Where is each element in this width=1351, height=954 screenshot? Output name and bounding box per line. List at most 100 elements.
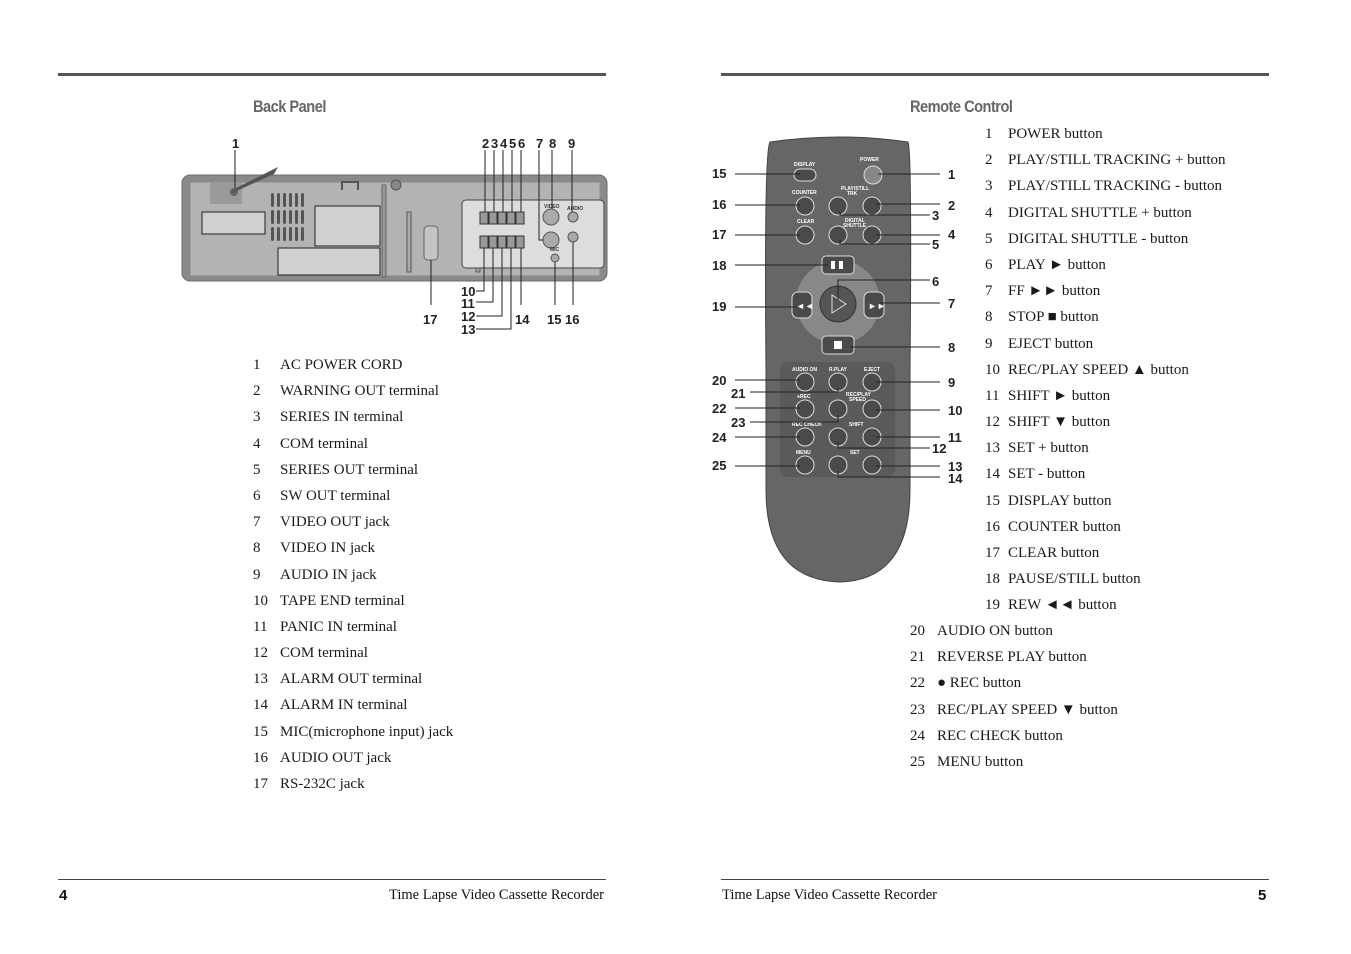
legend-item: 21 REVERSE PLAY button (910, 649, 1087, 666)
back-panel-title: Back Panel (253, 97, 326, 116)
legend-item: 7 FF ►► button (985, 283, 1101, 300)
legend-item: 7 VIDEO OUT jack (253, 514, 390, 531)
legend-item: 2 PLAY/STILL TRACKING + button (985, 152, 1226, 169)
svg-text:6: 6 (932, 274, 939, 289)
svg-text:7: 7 (948, 296, 955, 311)
tracking-minus-button (828, 196, 848, 216)
legend-item: 10 TAPE END terminal (253, 592, 405, 609)
svg-text:22: 22 (712, 401, 726, 416)
svg-text:18: 18 (712, 258, 726, 273)
legend-item: 9 EJECT button (985, 335, 1094, 352)
legend-item: 4 COM terminal (253, 435, 368, 452)
svg-text:25: 25 (712, 458, 726, 473)
svg-text:17: 17 (712, 227, 726, 242)
audio-out-jack (567, 231, 579, 243)
legend-item: 20 AUDIO ON button (910, 623, 1053, 639)
svg-text:19: 19 (712, 299, 726, 314)
legend-item: 24 REC CHECK button (910, 727, 1063, 744)
audio-in-jack (567, 211, 579, 223)
svg-text:14: 14 (948, 471, 963, 486)
remote-legend-lower: 20 AUDIO ON button 21 REVERSE PLAY button … (910, 618, 1118, 775)
svg-text:20: 20 (712, 373, 726, 388)
legend-item: 1 AC POWER CORD (253, 357, 403, 373)
legend-item: 23 REC/PLAY SPEED ▼ button (910, 701, 1118, 718)
svg-text:SHUTTLE: SHUTTLE (843, 223, 867, 229)
legend-item: 14 SET - button (985, 466, 1086, 483)
legend-item: 6 SW OUT terminal (253, 487, 391, 504)
set-plus-button (862, 455, 882, 475)
svg-text:8: 8 (948, 340, 955, 355)
svg-text:REC CHECK: REC CHECK (792, 422, 822, 428)
legend-item: 25 MENU button (910, 753, 1024, 770)
legend-item: 2 WARNING OUT terminal (253, 383, 439, 400)
right-top-rule (721, 73, 1269, 76)
svg-text:24: 24 (712, 430, 727, 445)
legend-item: 3 SERIES IN terminal (253, 409, 404, 426)
svg-text:9: 9 (948, 375, 955, 390)
svg-text:12: 12 (932, 441, 946, 456)
left-top-rule (58, 73, 606, 76)
svg-text:4: 4 (948, 227, 956, 242)
svg-text:4: 4 (500, 136, 508, 151)
remote-control-title: Remote Control (910, 97, 1013, 116)
svg-text:2: 2 (482, 136, 489, 151)
svg-text:14: 14 (515, 312, 530, 327)
right-footer-title: Time Lapse Video Cassette Recorder (722, 887, 937, 903)
svg-text:SET: SET (850, 450, 860, 456)
svg-text:COUNTER: COUNTER (792, 190, 817, 196)
svg-text:1: 1 (232, 136, 239, 151)
menu-button (795, 455, 815, 475)
svg-text:15: 15 (547, 312, 561, 327)
legend-item: 17 RS-232C jack (253, 776, 365, 792)
terminal-block-upper (479, 211, 525, 225)
legend-item: 11 SHIFT ► button (985, 387, 1111, 404)
svg-text:17: 17 (423, 312, 437, 327)
svg-text:3: 3 (932, 208, 939, 223)
right-footer-rule (721, 879, 1269, 880)
legend-item: 10 REC/PLAY SPEED ▲ button (985, 361, 1189, 378)
svg-text:10: 10 (948, 403, 962, 418)
legend-item: 3 PLAY/STILL TRACKING - button (985, 178, 1223, 195)
svg-text:R.PLAY: R.PLAY (829, 367, 848, 373)
legend-item: 13 SET + button (985, 440, 1089, 457)
svg-text:MENU: MENU (796, 450, 811, 456)
video-in-jack (542, 208, 560, 226)
svg-text:16: 16 (565, 312, 579, 327)
legend-item: 9 AUDIO IN jack (253, 566, 377, 583)
display-button (793, 168, 817, 182)
svg-text:●REC: ●REC (797, 394, 811, 400)
svg-text:16: 16 (712, 197, 726, 212)
svg-text:23: 23 (731, 415, 745, 430)
legend-item: 5 SERIES OUT terminal (253, 461, 419, 478)
legend-item: 18 PAUSE/STILL button (985, 571, 1141, 588)
power-button (863, 165, 883, 185)
svg-text:2: 2 (948, 198, 955, 213)
svg-text:15: 15 (712, 166, 726, 181)
legend-item: 22 ● REC button (910, 675, 1022, 692)
right-page-number: 5 (1258, 887, 1267, 904)
back-panel-legend: 1 AC POWER CORD 2 WARNING OUT terminal 3 SE… (253, 352, 453, 797)
legend-item: 15 MIC(microphone input) jack (253, 723, 454, 740)
svg-text:1: 1 (948, 167, 955, 182)
svg-text:AUDIO: AUDIO (567, 206, 583, 212)
counter-button (795, 196, 815, 216)
mic-jack (550, 253, 560, 263)
svg-text:◄◄: ◄◄ (796, 301, 814, 311)
svg-text:5: 5 (509, 136, 516, 151)
svg-text:5: 5 (932, 237, 939, 252)
video-out-jack (542, 231, 560, 249)
legend-item: 11 PANIC IN terminal (253, 618, 397, 635)
svg-text:21: 21 (731, 386, 745, 401)
legend-item: 1 POWER button (985, 126, 1103, 142)
svg-text:3: 3 (491, 136, 498, 151)
legend-item: 17 CLEAR button (985, 545, 1100, 561)
svg-text:9: 9 (568, 136, 575, 151)
rec-button (795, 399, 815, 419)
back-panel-figure: VIDEO AUDIO MIC 1 2 3 4 5 6 7 8 9 10 11 … (181, 136, 608, 337)
legend-item: 16 AUDIO OUT jack (253, 749, 392, 766)
svg-text:DISPLAY: DISPLAY (794, 162, 816, 168)
legend-item: 8 STOP ■ button (985, 309, 1099, 326)
legend-item: 16 COUNTER button (985, 518, 1121, 535)
legend-item: 12 SHIFT ▼ button (985, 414, 1111, 431)
svg-text:13: 13 (461, 322, 475, 337)
